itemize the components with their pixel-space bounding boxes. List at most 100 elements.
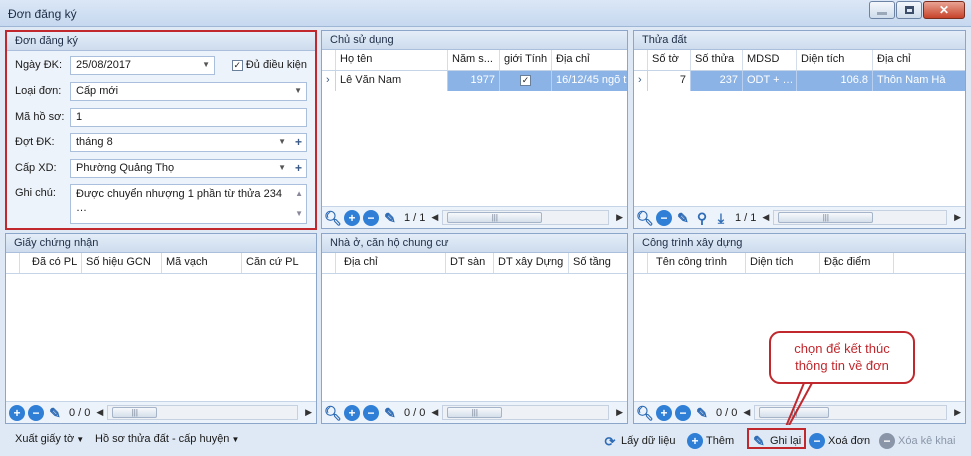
edit-icon[interactable]: ✎ <box>382 210 398 226</box>
scroll-right-icon[interactable]: ▶ <box>954 212 961 223</box>
column-header[interactable]: Diện tích <box>797 50 873 70</box>
column-header[interactable]: DT xây Dựng <box>494 253 569 273</box>
address-cell[interactable]: Thôn Nam Hà <box>873 71 965 91</box>
ma-ho-so-input[interactable]: 1 <box>70 108 307 127</box>
them-button[interactable]: + Thêm <box>687 433 734 449</box>
caret-down-icon: ▼ <box>76 434 85 444</box>
column-header[interactable]: Đặc điểm <box>820 253 894 273</box>
search-icon[interactable]: 🔍︎ <box>636 210 654 226</box>
area-cell[interactable]: 106.8 <box>797 71 873 91</box>
land-parcel-grid-header: Số tờ Số thửa MDSD Diện tích Địa chỉ <box>634 50 965 71</box>
scroll-thumb[interactable]: ||| <box>447 407 503 418</box>
horizontal-scrollbar[interactable]: ||| <box>107 405 298 420</box>
table-row[interactable]: › 7 237 ODT + … 106.8 Thôn Nam Hà <box>634 71 965 91</box>
dot-dk-select[interactable]: tháng 8 ▼ + <box>70 133 307 152</box>
scroll-thumb[interactable]: ||| <box>778 212 874 223</box>
column-header[interactable]: Số tờ <box>648 50 691 70</box>
parcel-number-cell[interactable]: 237 <box>691 71 743 91</box>
xoa-ke-khai-button[interactable]: − Xóa kê khai <box>879 433 955 449</box>
column-header[interactable]: Năm s... <box>448 50 500 70</box>
column-header[interactable]: Địa chỉ <box>552 50 627 70</box>
certificate-grid-header: Đã có PL Số hiệu GCN Mã vạch Căn cứ PL <box>6 253 316 274</box>
add-icon[interactable]: + <box>295 161 302 175</box>
column-header[interactable]: Số thửa <box>691 50 743 70</box>
horizontal-scrollbar[interactable]: ||| <box>442 210 609 225</box>
add-icon[interactable]: + <box>295 135 302 149</box>
ho-so-thua-dat-menu[interactable]: Hồ sơ thửa đất - cấp huyện ▼ <box>95 433 239 445</box>
scroll-left-icon[interactable]: ◀ <box>762 212 769 223</box>
maximize-button[interactable] <box>896 1 922 19</box>
remove-icon[interactable]: − <box>363 404 379 421</box>
column-header[interactable]: Số hiệu GCN <box>82 253 162 273</box>
loai-don-select[interactable]: Cấp mới ▼ <box>70 82 307 101</box>
dropdown-arrow-icon[interactable]: ▼ <box>278 137 286 146</box>
scroll-down-icon[interactable]: ▼ <box>295 207 303 221</box>
ghi-chu-textarea[interactable]: Được chuyển nhượng 1 phần từ thửa 234 … … <box>70 184 307 224</box>
scroll-left-icon[interactable]: ◀ <box>96 407 103 418</box>
close-button[interactable]: ✕ <box>923 1 965 19</box>
xuat-giay-to-menu[interactable]: Xuất giấy tờ ▼ <box>15 433 84 445</box>
dropdown-arrow-icon[interactable]: ▼ <box>278 163 286 172</box>
scroll-thumb[interactable]: ||| <box>112 407 158 418</box>
table-row[interactable]: › Lê Văn Nam 1977 ✓ 16/12/45 ngõ t <box>322 71 627 91</box>
sheet-number-cell[interactable]: 7 <box>648 71 691 91</box>
horizontal-scrollbar[interactable]: ||| <box>773 210 947 225</box>
search-icon[interactable]: 🔍︎ <box>324 405 342 421</box>
add-icon[interactable]: + <box>9 404 25 421</box>
scroll-left-icon[interactable]: ◀ <box>431 212 438 223</box>
column-header[interactable]: Địa chỉ <box>873 50 965 70</box>
xoa-ke-khai-label: Xóa kê khai <box>898 435 956 447</box>
lay-du-lieu-button[interactable]: ⟳ Lấy dữ liệu <box>602 433 676 449</box>
remove-icon[interactable]: − <box>363 209 379 226</box>
column-header[interactable]: Địa chỉ <box>336 253 446 273</box>
search-icon[interactable]: 🔍︎ <box>324 210 342 226</box>
column-header[interactable]: Căn cứ PL <box>242 253 316 273</box>
du-dieu-kien-checkbox[interactable]: ✓ Đủ điều kiện <box>231 59 307 71</box>
land-use-cell[interactable]: ODT + … <box>743 71 797 91</box>
edit-icon[interactable]: ✎ <box>382 405 398 421</box>
birth-year-cell[interactable]: 1977 <box>448 71 500 91</box>
column-header[interactable]: giới Tính <box>500 50 552 70</box>
column-header[interactable]: Đã có PL <box>20 253 82 273</box>
download-icon[interactable]: ⤓ <box>713 210 729 226</box>
scroll-right-icon[interactable]: ▶ <box>616 407 623 418</box>
scroll-thumb[interactable]: ||| <box>447 212 543 223</box>
edit-icon[interactable]: ✎ <box>47 405 63 421</box>
column-header[interactable]: Họ tên <box>336 50 448 70</box>
cap-xd-select[interactable]: Phường Quảng Thọ ▼ + <box>70 159 307 178</box>
column-header[interactable]: MDSD <box>743 50 797 70</box>
column-header[interactable]: Tên công trình <box>648 253 746 273</box>
ma-ho-so-label: Mã hồ sơ: <box>15 111 65 123</box>
column-header[interactable]: Số tầng <box>569 253 627 273</box>
scroll-right-icon[interactable]: ▶ <box>616 212 623 223</box>
map-pin-icon[interactable]: ⚲ <box>694 210 710 226</box>
gender-cell[interactable]: ✓ <box>500 71 552 91</box>
column-header[interactable]: Diện tích <box>746 253 820 273</box>
edit-icon[interactable]: ✎ <box>675 210 691 226</box>
horizontal-scrollbar[interactable]: ||| <box>442 405 609 420</box>
dot-dk-label: Đợt ĐK: <box>15 136 55 148</box>
owner-name-cell[interactable]: Lê Văn Nam <box>336 71 448 91</box>
scroll-right-icon[interactable]: ▶ <box>305 407 312 418</box>
add-icon[interactable]: + <box>344 404 360 421</box>
remove-icon[interactable]: − <box>675 404 691 421</box>
column-header[interactable]: DT sàn <box>446 253 494 273</box>
column-header[interactable]: Mã vạch <box>162 253 242 273</box>
dropdown-arrow-icon: ▼ <box>294 86 302 95</box>
scroll-up-icon[interactable]: ▲ <box>295 187 303 201</box>
search-icon[interactable]: 🔍︎ <box>636 405 654 421</box>
add-icon[interactable]: + <box>656 404 672 421</box>
scroll-right-icon[interactable]: ▶ <box>954 407 961 418</box>
xoa-don-button[interactable]: − Xoá đơn <box>809 433 870 449</box>
check-icon[interactable]: ✓ <box>520 74 531 86</box>
ngay-dk-date-picker[interactable]: 25/08/2017 ▼ <box>70 56 215 75</box>
address-cell[interactable]: 16/12/45 ngõ t <box>552 71 627 91</box>
add-icon[interactable]: + <box>344 209 360 226</box>
footer-toolbar: Xuất giấy tờ ▼ Hồ sơ thửa đất - cấp huyện… <box>0 425 971 456</box>
remove-icon[interactable]: − <box>656 209 672 226</box>
scroll-left-icon[interactable]: ◀ <box>431 407 438 418</box>
remove-icon[interactable]: − <box>28 404 44 421</box>
edit-icon[interactable]: ✎ <box>694 405 710 421</box>
scroll-left-icon[interactable]: ◀ <box>743 407 750 418</box>
minimize-button[interactable] <box>869 1 895 19</box>
